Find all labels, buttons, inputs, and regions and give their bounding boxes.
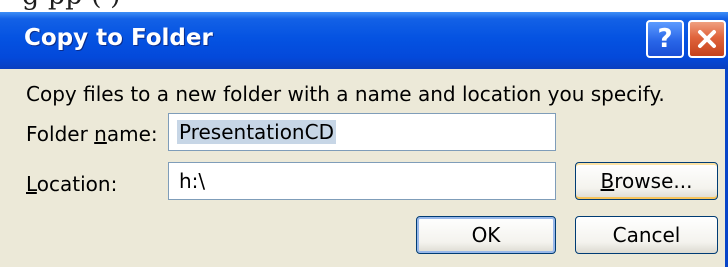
dialog-title: Copy to Folder [24, 25, 213, 51]
folder-name-label: Folder name: [26, 122, 158, 146]
help-icon: ? [657, 24, 673, 54]
folder-name-field[interactable]: PresentationCD [168, 113, 556, 151]
title-bar[interactable]: Copy to Folder ? [0, 12, 728, 69]
ok-button[interactable]: OK [416, 216, 556, 254]
folder-name-value: PresentationCD [177, 120, 336, 144]
background-document-fragment: g pp ( ) [0, 0, 728, 12]
help-button[interactable]: ? [646, 20, 684, 58]
browse-button[interactable]: Browse... [575, 162, 718, 200]
close-button[interactable] [688, 20, 726, 58]
location-field[interactable]: h:\ [168, 162, 556, 200]
location-value: h:\ [179, 169, 206, 193]
cancel-button[interactable]: Cancel [575, 216, 718, 254]
background-heading-text: g pp ( ) [22, 0, 121, 11]
location-label: Location: [26, 172, 118, 196]
dialog-description: Copy files to a new folder with a name a… [26, 82, 665, 106]
close-icon [698, 30, 716, 48]
folder-name-accelerator: n [94, 122, 107, 146]
location-accelerator: L [26, 172, 37, 196]
